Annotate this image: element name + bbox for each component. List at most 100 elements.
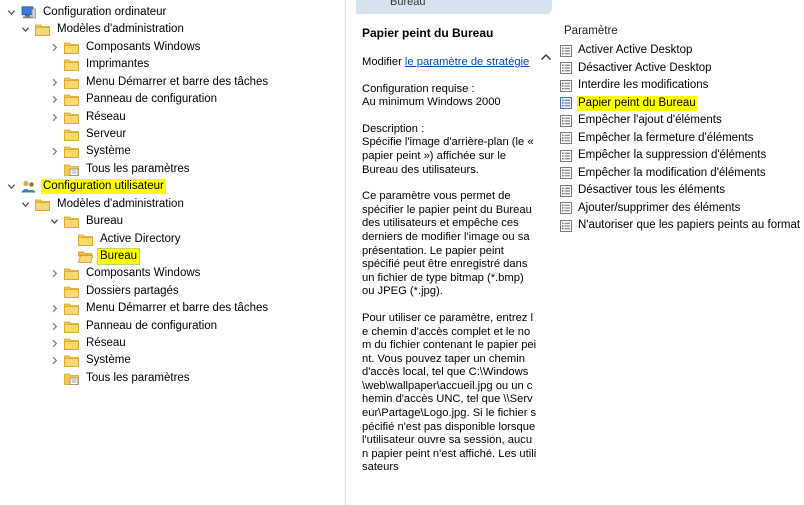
tree-item[interactable]: Bureau [48, 213, 125, 230]
extended-description-pane: Bureau Papier peint du Bureau Modifier l… [356, 0, 556, 505]
tree-item[interactable]: Panneau de configuration [48, 91, 219, 108]
folder-icon [64, 76, 79, 89]
description-block: Description : Spécifie l'image d'arrière-… [362, 123, 538, 177]
setting-label: N'autoriser que les papiers peints au fo… [578, 219, 804, 231]
tree-item[interactable]: Tous les paramètres [48, 161, 192, 178]
setting-row[interactable]: Empêcher la modification d'éléments [560, 165, 804, 182]
folder-icon [64, 41, 79, 54]
tree-item[interactable]: Imprimantes [48, 56, 151, 73]
tree-item[interactable]: Système [48, 352, 133, 369]
settings-folder-icon [64, 163, 79, 176]
folder-icon [64, 337, 79, 350]
tree-item[interactable]: Configuration utilisateur [5, 178, 166, 195]
policy-setting-icon [560, 44, 572, 57]
folder-icon [64, 58, 79, 71]
policy-setting-icon [560, 184, 572, 197]
chevron-right-icon[interactable] [48, 77, 60, 89]
setting-row[interactable]: Empêcher la fermeture d'éléments [560, 130, 804, 147]
description-body: Modifier le paramètre de stratégie Confi… [362, 56, 538, 488]
setting-title: Papier peint du Bureau [362, 26, 494, 40]
setting-row[interactable]: Empêcher l'ajout d'éléments [560, 112, 804, 129]
setting-row[interactable]: Interdire les modifications [560, 77, 804, 94]
setting-label: Empêcher la fermeture d'éléments [578, 131, 754, 144]
setting-label: Empêcher la suppression d'éléments [578, 149, 767, 161]
folder-icon [64, 302, 79, 315]
settings-list-pane: Paramètre Activer Active Desktop Désactiv… [556, 0, 804, 505]
tree-item[interactable]: Composants Windows [48, 39, 202, 56]
description-paragraph-2: Ce paramètre vous permet de spécifier le… [362, 190, 532, 298]
tree-item-label: Modèles d'administration [57, 23, 184, 35]
tree-item[interactable]: Tous les paramètres [48, 370, 192, 387]
folder-icon [35, 23, 50, 36]
setting-row[interactable]: Désactiver tous les éléments [560, 182, 804, 199]
tree-item[interactable]: Configuration ordinateur [5, 4, 168, 21]
setting-row[interactable]: Activer Active Desktop [560, 42, 804, 59]
chevron-down-icon[interactable] [48, 216, 60, 228]
chevron-right-icon[interactable] [48, 303, 60, 315]
folder-icon [64, 285, 79, 298]
tree-item[interactable]: Panneau de configuration [48, 318, 219, 335]
modify-prefix: Modifier [362, 56, 405, 68]
tree-item[interactable]: Menu Démarrer et barre des tâches [48, 300, 270, 317]
tree-item-label: Tous les paramètres [86, 372, 190, 384]
chevron-right-icon[interactable] [48, 268, 60, 280]
requirements-label: Configuration requise : [362, 82, 475, 95]
chevron-down-icon[interactable] [19, 199, 31, 211]
chevron-down-icon[interactable] [5, 7, 17, 19]
setting-row[interactable]: Papier peint du Bureau [560, 95, 804, 112]
chevron-right-icon[interactable] [48, 42, 60, 54]
tree-item-label: Serveur [86, 128, 127, 140]
column-header-parametre[interactable]: Paramètre [564, 25, 618, 37]
chevron-right-icon[interactable] [48, 355, 60, 367]
tree-item[interactable]: Réseau [48, 109, 128, 126]
setting-row[interactable]: N'autoriser que les papiers peints au fo… [560, 217, 804, 234]
user-icon [21, 180, 36, 193]
tree-item[interactable]: Menu Démarrer et barre des tâches [48, 74, 270, 91]
setting-label: Désactiver tous les éléments [578, 184, 726, 196]
tree-item[interactable]: Système [48, 143, 133, 160]
tree-item-label: Bureau [96, 248, 141, 265]
description-scrollbar[interactable] [538, 48, 554, 505]
scroll-up-icon[interactable] [540, 52, 552, 62]
folder-icon [64, 215, 79, 228]
setting-row[interactable]: Ajouter/supprimer des éléments [560, 200, 804, 217]
setting-row[interactable]: Désactiver Active Desktop [560, 60, 804, 77]
tree-item-label: Réseau [86, 111, 126, 123]
tree-item[interactable]: Composants Windows [48, 265, 202, 282]
chevron-down-icon[interactable] [5, 181, 17, 193]
policy-setting-icon [560, 202, 572, 214]
policy-setting-icon [560, 79, 572, 92]
edit-policy-link[interactable]: le paramètre de stratégie [405, 56, 529, 68]
tree-item[interactable]: Réseau [48, 335, 128, 352]
tree-item-label: Menu Démarrer et barre des tâches [86, 76, 269, 88]
folder-icon [35, 198, 50, 211]
chevron-right-icon[interactable] [48, 94, 60, 106]
policy-setting-icon [560, 114, 572, 127]
chevron-right-icon[interactable] [48, 338, 60, 350]
tree-item[interactable]: Dossiers partagés [48, 283, 181, 300]
tree-item[interactable]: Bureau [62, 248, 141, 265]
tree-item-label: Système [86, 145, 131, 157]
setting-label: Empêcher la modification d'éléments [578, 166, 766, 179]
chevron-down-icon[interactable] [19, 24, 31, 36]
setting-row[interactable]: Empêcher la suppression d'éléments [560, 147, 804, 164]
header-tab-label: Bureau [390, 0, 426, 8]
tree-item-label: Configuration ordinateur [43, 6, 167, 18]
chevron-right-icon[interactable] [48, 112, 60, 124]
tree-item[interactable]: Modèles d'administration [19, 196, 186, 213]
folder-icon [64, 93, 79, 106]
tree-item[interactable]: Active Directory [62, 231, 183, 248]
chevron-right-icon[interactable] [48, 146, 60, 158]
chevron-right-icon[interactable] [48, 321, 60, 333]
tree-item-label: Système [86, 354, 131, 366]
tree-item-label: Tous les paramètres [86, 163, 190, 175]
tree-item[interactable]: Modèles d'administration [19, 21, 186, 38]
folder-icon [64, 145, 79, 158]
tree-item[interactable]: Serveur [48, 126, 128, 143]
setting-label: Interdire les modifications [578, 79, 709, 91]
folder-open-icon [78, 250, 93, 263]
tree-item-label: Composants Windows [86, 41, 201, 53]
tree-item-label: Dossiers partagés [86, 285, 179, 297]
tree-item-label: Panneau de configuration [86, 93, 218, 105]
folder-icon [64, 111, 79, 124]
